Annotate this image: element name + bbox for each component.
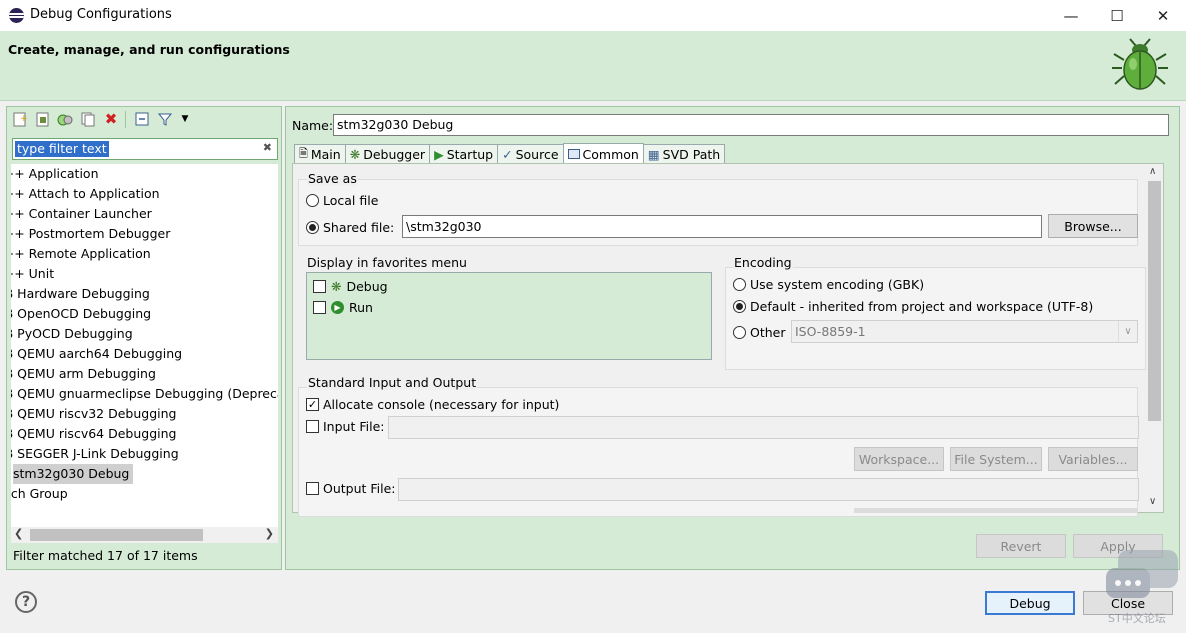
tree-item[interactable]: C++ Remote Application — [11, 244, 151, 264]
tab-debugger[interactable]: ❋ Debugger — [344, 144, 431, 164]
horizontal-scrollbar[interactable]: ❮ ❯ — [11, 527, 278, 543]
shared-file-radio[interactable]: Shared file: — [306, 220, 394, 235]
shared-file-field[interactable]: \stm32g030 — [402, 215, 1042, 238]
header-banner: Create, manage, and run configurations — [0, 31, 1186, 101]
tree-item[interactable]: C++ Container Launcher — [11, 204, 152, 224]
filter-input[interactable]: type filter text ✖ — [12, 138, 278, 160]
encoding-legend: Encoding — [733, 255, 793, 270]
default-encoding-radio[interactable]: Default - inherited from project and wor… — [733, 299, 1093, 314]
svd-tab-icon: ▦ — [647, 147, 660, 162]
title-bar: Debug Configurations — ☐ ✕ — [0, 0, 1186, 31]
tree-item[interactable]: DB QEMU aarch64 Debugging — [11, 344, 182, 364]
input-file-field[interactable] — [388, 416, 1139, 439]
new-prototype-icon[interactable] — [35, 111, 51, 127]
scroll-thumb[interactable] — [30, 529, 203, 541]
scroll-down-icon[interactable]: ∨ — [1149, 496, 1156, 507]
svg-text:+: + — [20, 114, 27, 124]
tree-item[interactable]: DB OpenOCD Debugging — [11, 304, 151, 324]
configuration-list-panel: + ✖ ▼ type filter text ✖ C++ Application… — [6, 106, 282, 570]
save-as-legend: Save as — [307, 171, 358, 186]
tree-item[interactable]: C++ Unit — [11, 264, 54, 284]
tree-item[interactable]: DB QEMU gnuarmeclipse Debugging (Depreca… — [11, 384, 278, 404]
configuration-editor: Name: stm32g030 Debug 🗎 Main ❋ Debugger ▶ S… — [285, 106, 1180, 570]
filter-status: Filter matched 17 of 17 items — [13, 548, 198, 563]
bug-icon — [1112, 38, 1168, 90]
variables-button[interactable]: Variables... — [1048, 447, 1138, 471]
name-field[interactable]: stm32g030 Debug — [333, 114, 1169, 136]
scroll-up-icon[interactable]: ∧ — [1149, 166, 1156, 177]
tab-source[interactable]: ✓ Source — [497, 144, 564, 164]
allocate-console-checkbox[interactable]: ✓ Allocate console (necessary for input) — [306, 397, 559, 412]
maximize-button[interactable]: ☐ — [1094, 0, 1140, 31]
tree-item[interactable]: DB QEMU arm Debugging — [11, 364, 156, 384]
run-play-icon: ▶ — [331, 301, 344, 314]
close-window-button[interactable]: ✕ — [1140, 0, 1186, 31]
file-system-button[interactable]: File System... — [950, 447, 1042, 471]
common-tab-panel: Save as Local file Shared file: \stm32g0… — [292, 163, 1164, 517]
tab-main[interactable]: 🗎 Main — [294, 144, 346, 164]
collapse-all-icon[interactable] — [134, 111, 150, 127]
window-title: Debug Configurations — [30, 7, 172, 22]
source-tab-icon: ✓ — [502, 147, 513, 162]
favorite-debug-item[interactable]: ❋ Debug — [313, 279, 388, 294]
tree-item[interactable]: DB QEMU riscv32 Debugging — [11, 404, 176, 424]
tree-item[interactable]: DB QEMU riscv64 Debugging — [11, 424, 176, 444]
input-file-checkbox[interactable]: Input File: — [306, 419, 384, 434]
name-label: Name: — [292, 118, 334, 133]
tree-item[interactable]: DB Hardware Debugging — [11, 284, 150, 304]
scroll-thumb[interactable] — [1148, 181, 1161, 421]
system-encoding-radio[interactable]: Use system encoding (GBK) — [733, 277, 924, 292]
scroll-right-icon[interactable]: ❯ — [265, 527, 274, 540]
minimize-button[interactable]: — — [1048, 0, 1094, 31]
clear-filter-icon[interactable]: ✖ — [263, 141, 272, 154]
scroll-left-icon[interactable]: ❮ — [14, 527, 23, 540]
tree-item[interactable]: DB SEGGER J-Link Debugging — [11, 444, 179, 464]
configuration-tree[interactable]: C++ ApplicationC++ Attach to Application… — [11, 164, 278, 527]
tab-startup[interactable]: ▶ Startup — [429, 144, 499, 164]
browse-button[interactable]: Browse... — [1048, 214, 1138, 238]
debug-bug-icon: ❋ — [331, 279, 342, 294]
std-io-legend: Standard Input and Output — [307, 375, 478, 390]
tab-strip: 🗎 Main ❋ Debugger ▶ Startup ✓ Source Common … — [294, 143, 726, 164]
watermark-text: ST中文论坛 — [1108, 612, 1166, 625]
filter-text: type filter text — [15, 141, 109, 157]
partial-buttons-row — [854, 508, 1138, 513]
debugger-tab-icon: ❋ — [349, 147, 361, 162]
forum-watermark: ST中文论坛 — [1106, 550, 1178, 630]
tree-item[interactable]: C++ Postmortem Debugger — [11, 224, 170, 244]
startup-tab-icon: ▶ — [434, 147, 444, 162]
chevron-down-icon: ∨ — [1118, 321, 1137, 342]
tab-common[interactable]: Common — [562, 143, 644, 164]
other-encoding-select[interactable]: ISO-8859-1 ∨ — [791, 320, 1138, 343]
help-icon[interactable]: ? — [15, 591, 37, 613]
debug-button[interactable]: Debug — [985, 591, 1075, 615]
other-encoding-radio[interactable]: Other — [733, 325, 786, 340]
export-icon[interactable] — [57, 111, 73, 127]
tree-item[interactable]: stm32g030 Debug — [13, 464, 134, 484]
favorite-run-item[interactable]: ▶ Run — [313, 300, 373, 315]
output-file-checkbox[interactable]: Output File: — [306, 481, 396, 496]
revert-button[interactable]: Revert — [976, 534, 1066, 558]
main-tab-icon: 🗎 — [299, 147, 308, 160]
tree-item[interactable]: DB PyOCD Debugging — [11, 324, 133, 344]
filter-icon[interactable] — [157, 111, 173, 127]
new-config-icon[interactable]: + — [12, 111, 28, 127]
chevron-down-icon[interactable]: ▼ — [177, 111, 193, 127]
vertical-scrollbar[interactable]: ∧ ∨ — [1146, 164, 1163, 512]
chat-bubble-icon — [1106, 568, 1150, 598]
output-file-field[interactable] — [398, 478, 1139, 501]
tree-item[interactable]: C++ Attach to Application — [11, 184, 160, 204]
tree-item[interactable]: unch Group — [11, 484, 68, 504]
tab-svd-path[interactable]: ▦ SVD Path — [642, 144, 726, 164]
favorites-legend: Display in favorites menu — [307, 255, 467, 270]
tree-item[interactable]: C++ Application — [11, 164, 99, 184]
header-title: Create, manage, and run configurations — [8, 42, 290, 57]
common-tab-icon — [567, 149, 580, 159]
workspace-button[interactable]: Workspace... — [854, 447, 944, 471]
delete-icon[interactable]: ✖ — [103, 110, 119, 128]
local-file-radio[interactable]: Local file — [306, 193, 378, 208]
duplicate-icon[interactable] — [80, 111, 96, 127]
eclipse-icon — [9, 8, 24, 23]
toolbar-separator — [125, 111, 126, 128]
